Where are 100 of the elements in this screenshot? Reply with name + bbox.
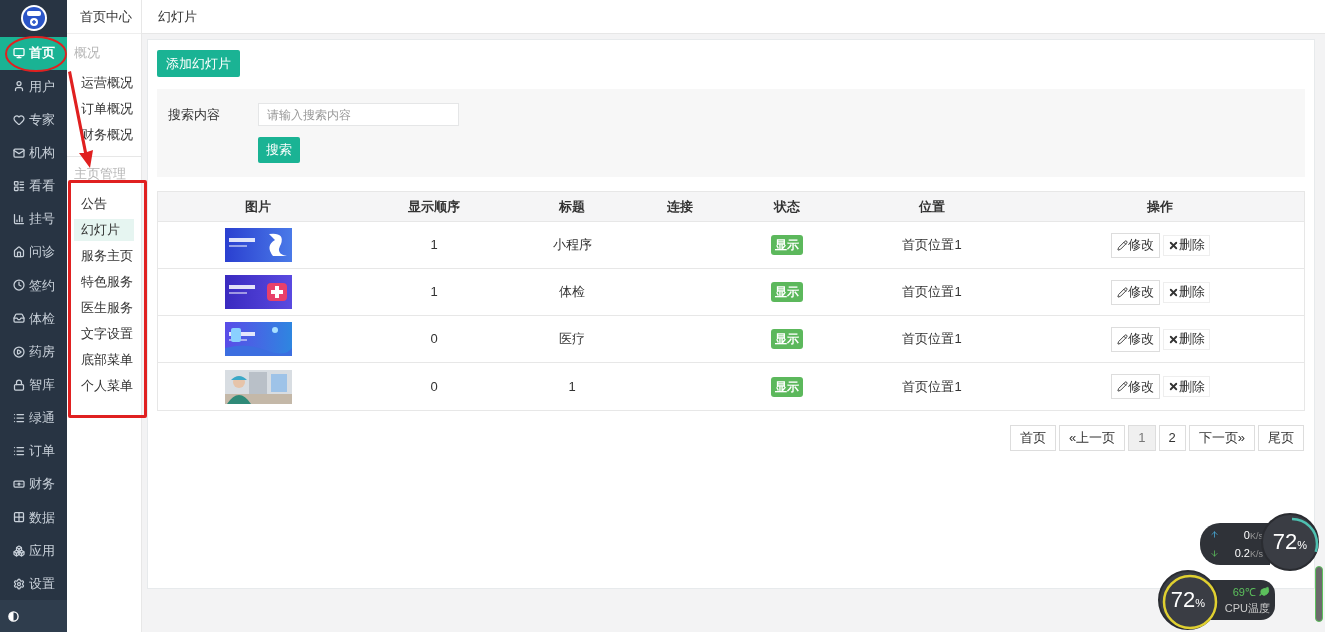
- nav-item[interactable]: 看看: [0, 169, 67, 203]
- leaf-icon: [1259, 586, 1270, 598]
- nav-item[interactable]: 绿通: [0, 401, 67, 435]
- nav-item[interactable]: 机构: [0, 136, 67, 170]
- annotation-circle: [4, 35, 68, 73]
- lock-icon: [12, 378, 25, 391]
- status-badge: 显示: [771, 376, 803, 397]
- close-icon: [1167, 381, 1179, 392]
- list-icon: [12, 445, 25, 458]
- edit-icon: [1116, 239, 1128, 251]
- nav-item[interactable]: 体检: [0, 301, 67, 336]
- subnav-item[interactable]: 特色服务: [74, 271, 134, 293]
- table-cell-text: 首页位置1: [901, 236, 963, 255]
- play-icon: [12, 345, 25, 358]
- clock-icon: [12, 279, 25, 292]
- upload-icon: [1210, 530, 1219, 540]
- page-button[interactable]: 下一页»: [1188, 425, 1255, 451]
- heart-icon: [12, 113, 25, 126]
- search-label: 搜索内容: [168, 105, 221, 124]
- close-icon: [1167, 286, 1179, 298]
- column-header: 标题: [558, 197, 586, 216]
- settings-icon: [12, 577, 25, 590]
- mail-icon: [12, 146, 25, 159]
- temperature-label: CPU温度: [1224, 601, 1270, 616]
- logo-icon: [19, 4, 48, 33]
- column-header: 位置: [917, 197, 946, 216]
- nav-item[interactable]: 财务: [0, 467, 67, 501]
- edit-icon: [1116, 333, 1128, 345]
- monitor-icon: [12, 47, 25, 60]
- column-header: 连接: [666, 197, 694, 216]
- theme-icon[interactable]: [8, 610, 19, 622]
- nav-item[interactable]: 专家: [0, 102, 67, 137]
- column-header: 显示顺序: [407, 197, 461, 216]
- boxes-icon: [12, 544, 25, 557]
- edit-button[interactable]: 修改: [1110, 279, 1160, 305]
- close-icon: [1167, 239, 1179, 251]
- banknote-icon: [12, 478, 25, 491]
- page-button[interactable]: 尾页: [1258, 425, 1304, 451]
- nav-item[interactable]: 问诊: [0, 235, 67, 269]
- subnav-item[interactable]: 公告: [74, 193, 134, 215]
- subnav-item[interactable]: 幻灯片: [74, 219, 134, 241]
- nav-item[interactable]: 挂号: [0, 202, 67, 236]
- column-header: 操作: [1146, 197, 1174, 216]
- nav-item[interactable]: 数据: [0, 500, 67, 534]
- nav-item[interactable]: 设置: [0, 567, 67, 601]
- breadcrumb: 幻灯片: [142, 0, 1325, 34]
- edit-icon: [1116, 381, 1128, 392]
- nav-item[interactable]: 用户: [0, 69, 67, 103]
- bars-icon: [12, 213, 25, 225]
- scrollbar: [1315, 566, 1323, 622]
- tray-icon: [12, 312, 25, 325]
- nav-item[interactable]: 药房: [0, 335, 67, 369]
- subnav-item[interactable]: 服务主页: [74, 245, 134, 267]
- table-cell-text: 0: [429, 377, 439, 396]
- column-header: 图片: [244, 197, 272, 216]
- table-cell-text: 首页位置1: [901, 283, 963, 302]
- subnav-item[interactable]: 个人菜单: [74, 375, 134, 397]
- subnav-item[interactable]: 文字设置: [74, 323, 134, 345]
- delete-button[interactable]: 删除: [1162, 234, 1210, 256]
- status-badge: 显示: [771, 329, 803, 349]
- list-icon: [12, 411, 25, 424]
- column-header: 状态: [772, 197, 801, 216]
- page-button[interactable]: «上一页: [1059, 425, 1126, 451]
- table-cell-text: 1: [429, 283, 439, 302]
- page-button[interactable]: 2: [1158, 425, 1186, 451]
- page-button[interactable]: 首页: [1010, 425, 1057, 451]
- page-button[interactable]: 1: [1128, 425, 1156, 451]
- table-cell-text: 小程序: [551, 236, 593, 255]
- group-heading: 主页管理: [73, 165, 127, 184]
- subnav-item[interactable]: 底部菜单: [74, 349, 134, 371]
- subnav-item[interactable]: 订单概况: [74, 98, 134, 120]
- subnav-item[interactable]: 医生服务: [74, 297, 134, 319]
- table-cell-text: 1: [567, 377, 577, 396]
- group-heading: 概况: [73, 44, 101, 63]
- home-icon: [12, 246, 25, 259]
- download-icon: [1210, 548, 1219, 558]
- edit-icon: [1116, 286, 1128, 298]
- edit-button[interactable]: 修改: [1110, 374, 1160, 399]
- edit-button[interactable]: 修改: [1110, 326, 1160, 352]
- panel-title: 首页中心: [67, 0, 141, 34]
- edit-button[interactable]: 修改: [1110, 232, 1160, 258]
- subnav-item[interactable]: 运营概况: [74, 72, 134, 94]
- nav-item[interactable]: 智库: [0, 368, 67, 402]
- gauge-value: 72%: [1170, 589, 1206, 611]
- delete-button[interactable]: 删除: [1162, 328, 1210, 350]
- delete-button[interactable]: 删除: [1162, 376, 1210, 397]
- nav-item[interactable]: 订单: [0, 434, 67, 468]
- nav-item[interactable]: 签约: [0, 268, 67, 302]
- table-cell-text: 首页位置1: [901, 330, 963, 349]
- search-field[interactable]: 请输入搜索内容: [258, 103, 459, 126]
- table-cell-text: 医疗: [558, 330, 586, 349]
- delete-button[interactable]: 删除: [1162, 281, 1210, 303]
- table-cell-text: 1: [429, 236, 439, 255]
- nav-item[interactable]: 应用: [0, 533, 67, 568]
- temperature-value: 69℃: [1232, 583, 1270, 600]
- close-icon: [1167, 333, 1179, 345]
- table-cell-text: 首页位置1: [901, 377, 963, 396]
- table-cell-text: 体检: [558, 283, 586, 302]
- grid-icon: [12, 511, 25, 524]
- download-speed: 0.2K/s: [1233, 546, 1263, 561]
